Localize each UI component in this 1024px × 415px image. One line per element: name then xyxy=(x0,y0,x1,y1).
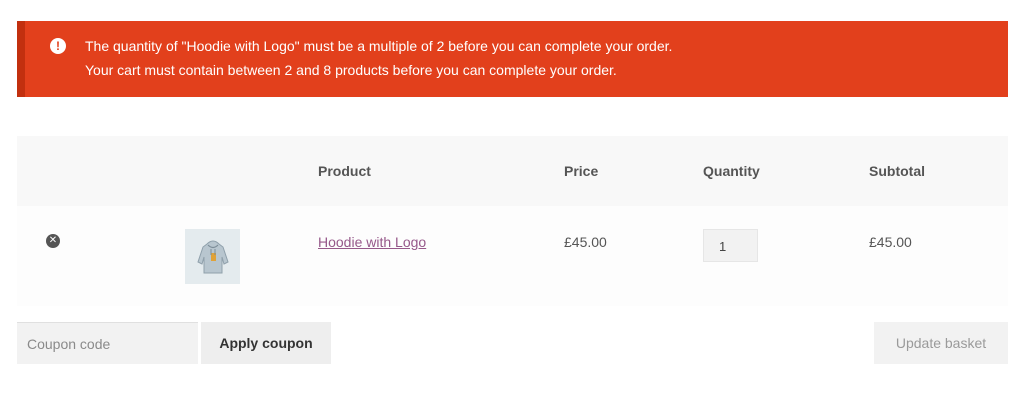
update-basket-button[interactable]: Update basket xyxy=(874,322,1008,364)
cart-actions: Apply coupon Update basket xyxy=(17,322,1008,364)
cart-table-header: Product Price Quantity Subtotal xyxy=(17,136,1008,206)
quantity-input[interactable]: 1 xyxy=(703,229,758,262)
error-notice: ! The quantity of "Hoodie with Logo" mus… xyxy=(17,21,1008,97)
coupon-code-input[interactable] xyxy=(17,322,198,364)
exclamation-icon: ! xyxy=(50,38,66,54)
product-name-link[interactable]: Hoodie with Logo xyxy=(318,234,426,250)
product-thumbnail[interactable] xyxy=(185,229,240,284)
notice-message-quantity: The quantity of "Hoodie with Logo" must … xyxy=(85,38,673,54)
product-price: £45.00 xyxy=(564,234,607,250)
hoodie-icon xyxy=(196,240,229,273)
notice-message-cart-size: Your cart must contain between 2 and 8 p… xyxy=(85,62,617,78)
header-subtotal: Subtotal xyxy=(869,163,925,179)
header-product: Product xyxy=(318,163,371,179)
apply-coupon-button[interactable]: Apply coupon xyxy=(201,322,331,364)
header-price: Price xyxy=(564,163,599,179)
header-quantity: Quantity xyxy=(703,163,760,179)
product-subtotal: £45.00 xyxy=(869,234,912,250)
remove-item-icon[interactable]: ✕ xyxy=(46,234,60,248)
cart-item-row: ✕ Hoodie with Logo £45.00 1 £45.00 xyxy=(17,206,1008,306)
cart-table: Product Price Quantity Subtotal ✕ Hoodie… xyxy=(17,136,1008,306)
